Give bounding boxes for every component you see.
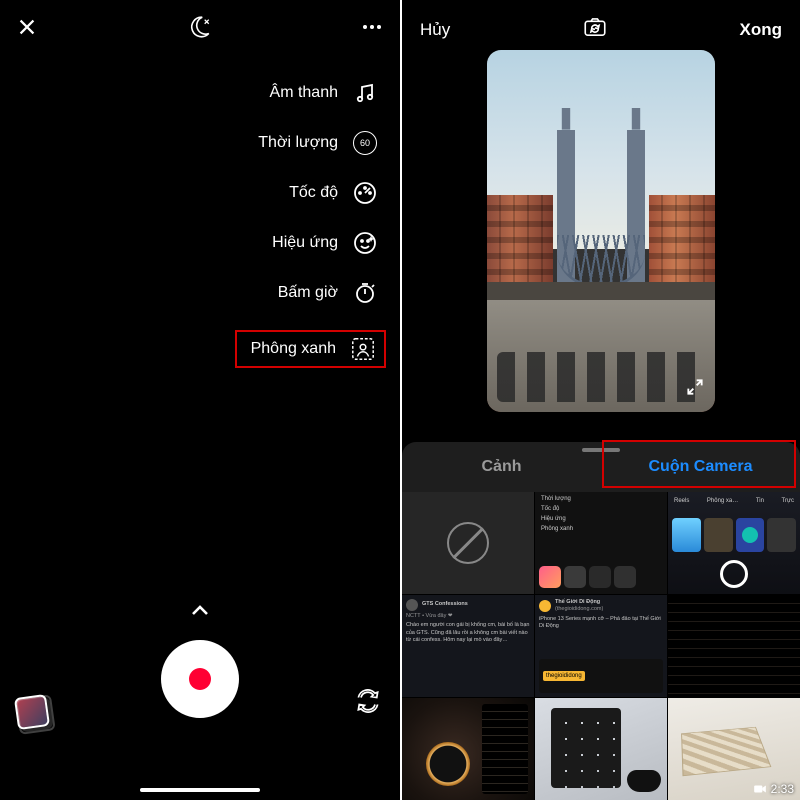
side-menu: Âm thanh Thời lượng 60 Tốc độ Hiệu ứng B… — [235, 80, 378, 368]
source-tabs: Cảnh Cuộn Camera — [402, 442, 800, 492]
close-icon[interactable] — [16, 16, 38, 38]
flip-camera-icon[interactable] — [354, 687, 382, 720]
menu-effects[interactable]: Hiệu ứng — [235, 230, 378, 256]
top-bar — [0, 0, 400, 48]
home-indicator — [140, 788, 260, 792]
tab-scene[interactable]: Cảnh — [402, 442, 601, 492]
flip-camera-icon[interactable] — [582, 14, 608, 45]
music-icon — [352, 80, 378, 106]
none-icon — [447, 522, 489, 564]
expand-icon[interactable] — [685, 377, 705, 402]
greenscreen-icon — [350, 336, 376, 362]
grid-item[interactable]: Thời lượng Tốc độ Hiệu ứng Phông xanh — [535, 492, 667, 594]
sparkle-icon — [352, 230, 378, 256]
media-grid: Thời lượng Tốc độ Hiệu ứng Phông xanh Re… — [402, 492, 800, 800]
menu-timer[interactable]: Bấm giờ — [235, 280, 378, 306]
duration-badge: 2:33 — [753, 782, 794, 796]
sixty-icon: 60 — [352, 130, 378, 156]
grid-item[interactable] — [535, 698, 667, 800]
grid-item-none[interactable] — [402, 492, 534, 594]
menu-greenscreen[interactable]: Phông xanh — [235, 330, 386, 368]
tab-cameraroll[interactable]: Cuộn Camera — [601, 442, 800, 492]
gauge-icon — [352, 180, 378, 206]
timer-icon — [352, 280, 378, 306]
grid-item[interactable]: ReelsPhông xa…TinTrực — [668, 492, 800, 594]
camera-screen: Âm thanh Thời lượng 60 Tốc độ Hiệu ứng B… — [0, 0, 400, 800]
cancel-button[interactable]: Hủy — [420, 20, 450, 40]
menu-duration[interactable]: Thời lượng 60 — [235, 130, 378, 156]
chevron-up-icon[interactable] — [188, 599, 212, 628]
grid-item[interactable] — [668, 595, 800, 697]
gallery-button[interactable] — [14, 694, 50, 730]
background-preview[interactable] — [487, 50, 715, 412]
grid-item[interactable]: GTS Confessions NCTT • Vừa đây ❤ Chào em… — [402, 595, 534, 697]
menu-audio[interactable]: Âm thanh — [235, 80, 378, 106]
picker-screen: Hủy Xong Cảnh Cuộn Camera Thời lượng Tốc… — [400, 0, 800, 800]
grid-item[interactable]: 2:33 — [668, 698, 800, 800]
menu-speed[interactable]: Tốc độ — [235, 180, 378, 206]
grid-item[interactable] — [402, 698, 534, 800]
night-mode-icon[interactable] — [186, 14, 212, 40]
record-button[interactable] — [161, 640, 239, 718]
more-icon[interactable] — [360, 15, 384, 39]
done-button[interactable]: Xong — [739, 20, 782, 40]
top-bar: Hủy Xong — [402, 0, 800, 53]
grid-item[interactable]: Thế Giới Di Động(thegioididong.com) iPho… — [535, 595, 667, 697]
